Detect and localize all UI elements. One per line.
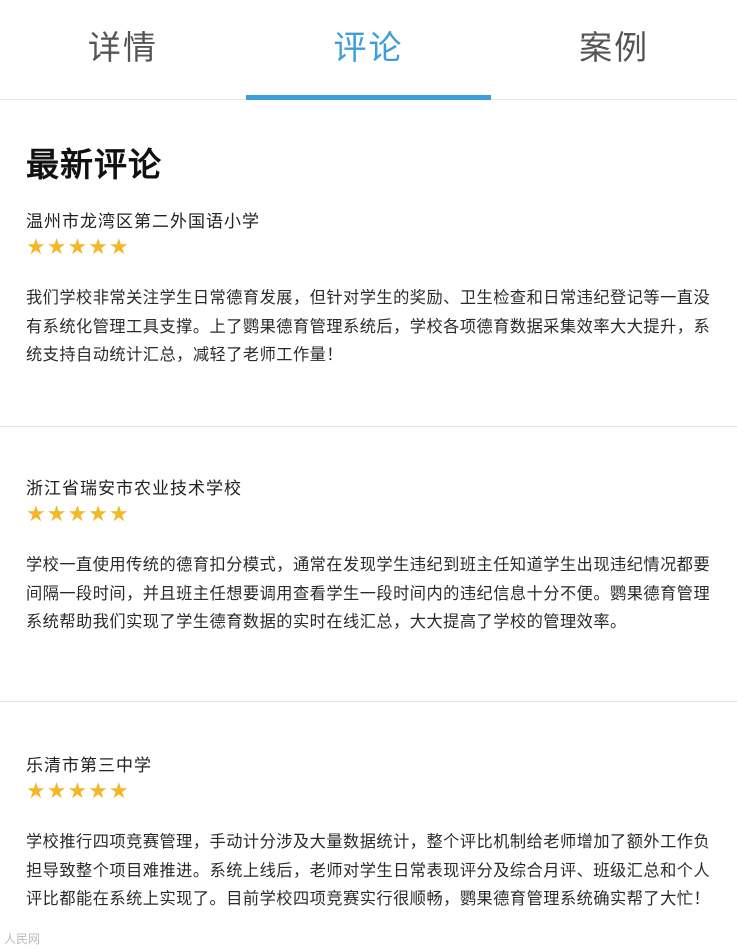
- review-card: 温州市龙湾区第二外国语小学 ★ ★ ★ ★ ★ 我们学校非常关注学生日常德育发展…: [0, 182, 737, 427]
- star-icon: ★: [108, 502, 129, 527]
- tab-details-label: 详情: [87, 27, 158, 67]
- active-tab-indicator: [245, 95, 492, 100]
- star-icon: ★: [26, 235, 46, 260]
- section-title: 最新评论: [26, 145, 162, 184]
- review-text: 学校一直使用传统的德育扣分模式，通常在发现学生违纪到班主任知道学生出现违纪情况都…: [26, 555, 711, 631]
- star-icon: ★: [46, 502, 67, 527]
- tab-cases-label: 案例: [579, 27, 650, 67]
- star-rating: ★ ★ ★ ★ ★: [26, 237, 711, 259]
- watermark: 人民网: [4, 932, 41, 946]
- star-rating: ★ ★ ★ ★ ★: [26, 781, 711, 803]
- star-icon: ★: [46, 235, 67, 260]
- star-icon: ★: [67, 779, 88, 804]
- review-text: 学校推行四项竞赛管理，手动计分涉及大量数据统计，整个评比机制给老师增加了额外工作…: [26, 832, 711, 908]
- review-card: 乐清市第三中学 ★ ★ ★ ★ ★ 学校推行四项竞赛管理，手动计分涉及大量数据统…: [0, 702, 737, 914]
- review-school-name: 浙江省瑞安市农业技术学校: [26, 479, 242, 499]
- tab-comments-label: 评论: [333, 27, 404, 67]
- star-rating: ★ ★ ★ ★ ★: [26, 504, 711, 526]
- star-icon: ★: [67, 502, 88, 527]
- tab-details[interactable]: 详情: [0, 0, 246, 99]
- review-card: 浙江省瑞安市农业技术学校 ★ ★ ★ ★ ★ 学校一直使用传统的德育扣分模式，通…: [0, 427, 737, 702]
- tab-cases[interactable]: 案例: [491, 0, 737, 99]
- star-icon: ★: [88, 235, 108, 260]
- star-icon: ★: [88, 779, 108, 804]
- review-school-name: 温州市龙湾区第二外国语小学: [26, 212, 260, 232]
- star-icon: ★: [26, 779, 46, 804]
- star-icon: ★: [108, 235, 129, 260]
- star-icon: ★: [108, 779, 129, 804]
- review-text: 我们学校非常关注学生日常德育发展，但针对学生的奖励、卫生检查和日常违纪登记等一直…: [26, 288, 711, 364]
- review-school-name: 乐清市第三中学: [26, 756, 152, 776]
- star-icon: ★: [46, 779, 67, 804]
- star-icon: ★: [67, 235, 88, 260]
- tab-bar: 详情 评论 案例: [0, 0, 737, 100]
- tab-comments[interactable]: 评论: [245, 0, 492, 100]
- star-icon: ★: [26, 502, 46, 527]
- star-icon: ★: [88, 502, 108, 527]
